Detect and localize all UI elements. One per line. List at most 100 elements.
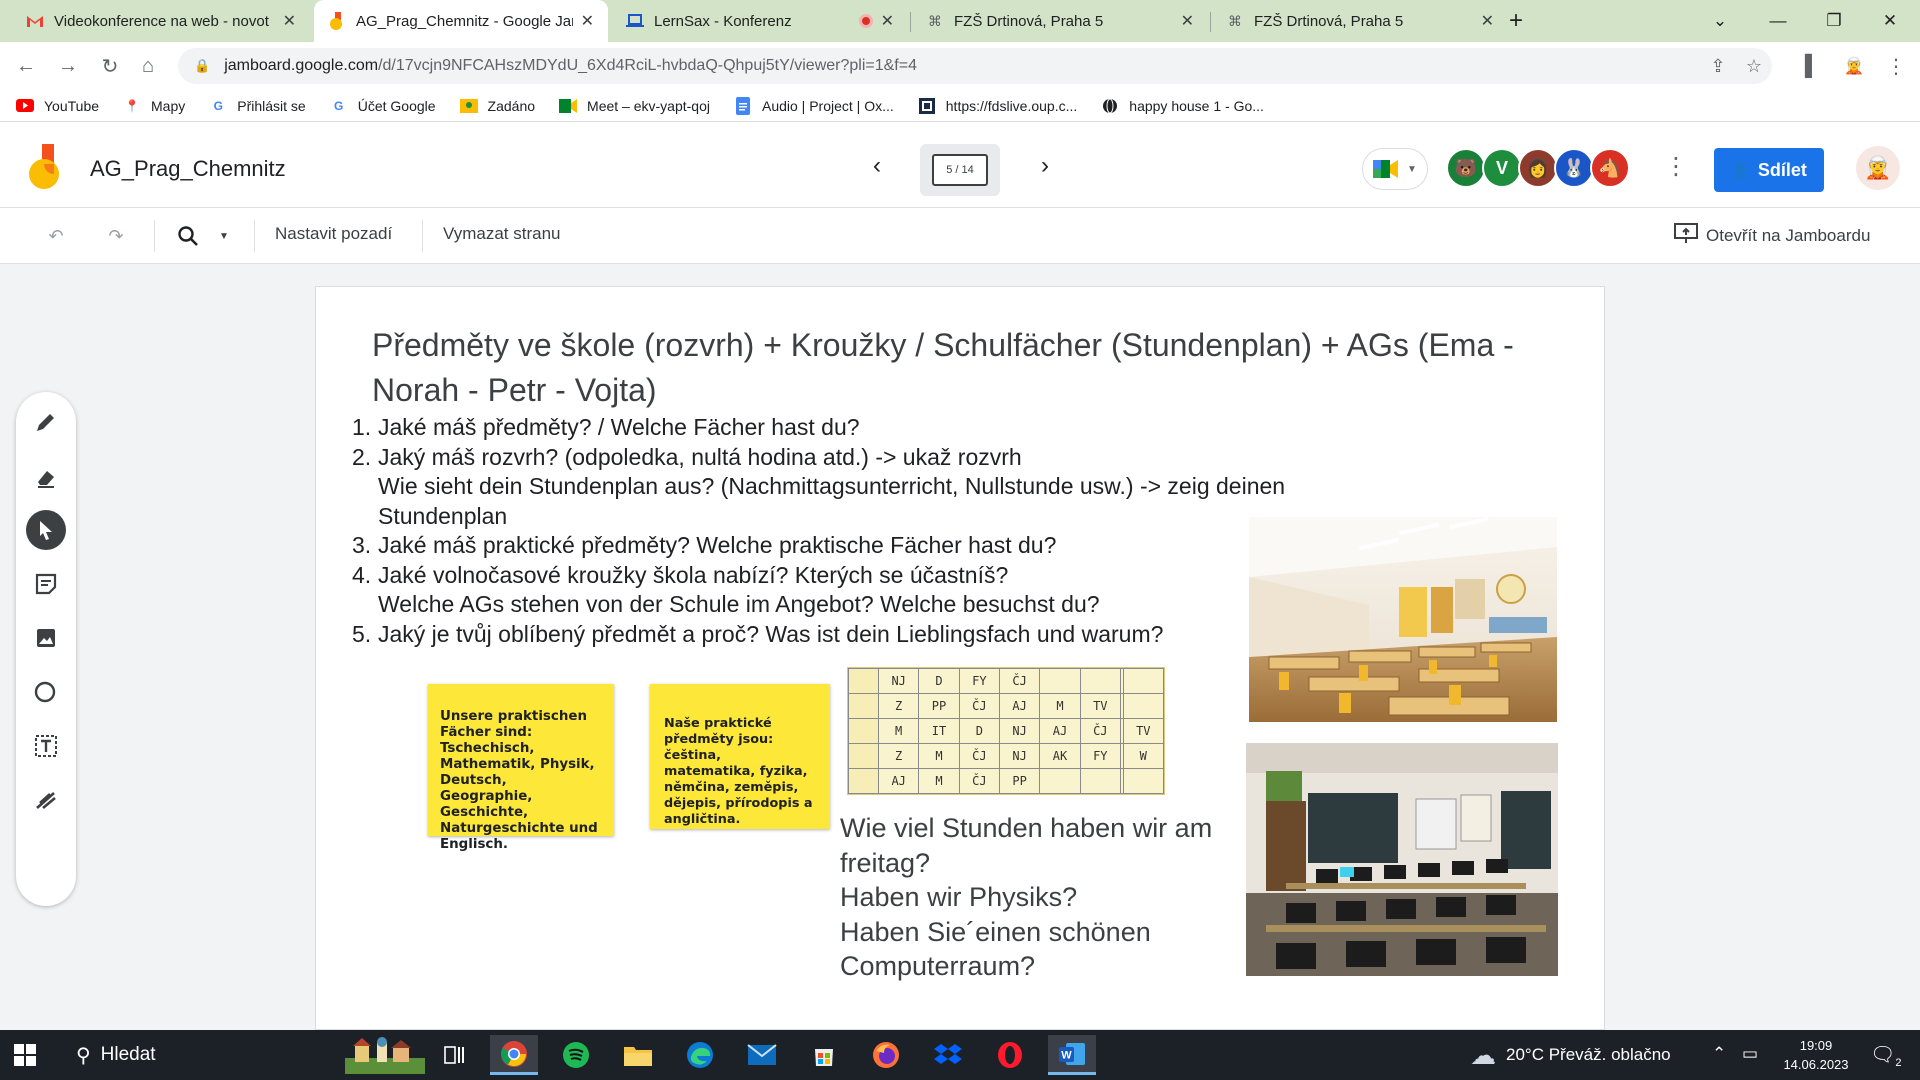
eraser-icon[interactable] [26, 458, 66, 498]
bookmark-audio-project[interactable]: Audio | Project | Ox... [734, 96, 894, 115]
edge-browser-icon[interactable] [676, 1035, 724, 1075]
person-add-icon: 👤 [1731, 162, 1750, 179]
share-page-icon[interactable]: ⇪ [1704, 54, 1732, 78]
tab-search-chevron-icon[interactable]: ⌄ [1692, 0, 1748, 42]
weather-widget[interactable]: ☁ 20°C Převáž. oblačno [1470, 1030, 1671, 1080]
bookmark-fdslive[interactable]: https://fdslive.oup.c... [918, 97, 1077, 114]
timetable-photo[interactable]: NJ D FY ČJ Z PP ČJ AJ M TV M IT D NJ AJ ČJ TV Z M ČJ NJ AK… [847, 667, 1165, 795]
notification-icon[interactable]: 🗨2 [1870, 1042, 1902, 1069]
address-bar[interactable]: 🔒 jamboard.google.com/d/17vcjn9NFCAHszMD… [178, 48, 1772, 84]
question-text-box[interactable]: Wie viel Stunden haben wir am freitag? H… [840, 811, 1260, 984]
set-background-button[interactable]: Nastavit pozadí [275, 224, 392, 244]
jamboard-logo-icon[interactable] [28, 144, 64, 192]
circle-shape-icon[interactable] [26, 672, 66, 712]
new-tab-button[interactable]: + [1500, 0, 1532, 42]
close-tab-icon[interactable]: ✕ [881, 11, 894, 31]
bookmark-google-account[interactable]: G Účet Google [330, 98, 436, 114]
close-tab-icon[interactable]: ✕ [1481, 11, 1494, 31]
tt-cell: M [918, 768, 960, 794]
open-in-jamboard-button[interactable]: Otevřít na Jamboardu [1674, 222, 1870, 249]
more-options-icon[interactable]: ⋮ [1664, 152, 1688, 181]
account-avatar-icon[interactable]: 🧝 [1856, 146, 1900, 190]
sticky-note-german[interactable]: Unsere praktischen Fächer sind: Tschechi… [428, 684, 614, 852]
reload-icon[interactable]: ↻ [94, 50, 126, 82]
meet-present-button[interactable]: ▼ [1362, 148, 1428, 190]
microsoft-store-icon[interactable] [800, 1035, 848, 1075]
bookmark-sign-in[interactable]: G Přihlásit se [209, 97, 306, 114]
home-icon[interactable]: ⌂ [132, 50, 164, 82]
restore-button[interactable]: ❐ [1806, 0, 1862, 42]
text-box-icon[interactable] [26, 726, 66, 766]
chrome-menu-icon[interactable]: ⋮ [1880, 50, 1912, 82]
browser-tab-active[interactable]: AG_Prag_Chemnitz - Google Jam ✕ [314, 0, 608, 42]
google-g-icon: G [213, 98, 223, 113]
bookmark-label: Přihlásit se [237, 97, 306, 114]
bookmark-youtube[interactable]: YouTube [16, 98, 99, 114]
bookmark-classroom[interactable]: Zadáno [459, 98, 535, 114]
prev-frame-chevron-icon[interactable]: ‹ [862, 152, 892, 180]
browser-tab[interactable]: Videokonference na web - novot ✕ [12, 0, 310, 42]
zoom-dropdown-icon[interactable]: ▼ [212, 220, 236, 252]
bookmark-maps[interactable]: 📍 Mapy [123, 98, 186, 114]
firefox-icon[interactable] [862, 1035, 910, 1075]
laser-icon[interactable] [26, 780, 66, 820]
side-panel-icon[interactable]: ▌ [1796, 50, 1828, 82]
pen-icon[interactable] [26, 402, 66, 442]
close-tab-icon[interactable]: ✕ [581, 11, 594, 31]
taskbar-clock[interactable]: 19:09 14.06.2023 [1776, 1036, 1856, 1074]
tt-cell: Z [877, 693, 920, 719]
select-pointer-icon[interactable] [26, 510, 66, 550]
collaborator-avatar[interactable]: V [1482, 148, 1522, 188]
lock-icon[interactable]: 🔒 [194, 58, 210, 74]
photo-avatar-icon[interactable]: 👩 [1518, 148, 1558, 188]
computer-room-photo[interactable] [1246, 743, 1558, 976]
image-icon[interactable] [26, 618, 66, 658]
tt-cell [848, 693, 879, 719]
bookmark-star-icon[interactable]: ☆ [1740, 54, 1768, 78]
classroom-photo[interactable] [1249, 517, 1557, 722]
rabbit-avatar-icon[interactable]: 🐰 [1554, 148, 1594, 188]
browser-tab[interactable]: ⌘ FZŠ Drtinová, Praha 5 ✕ [912, 0, 1208, 42]
taskbar-search[interactable]: ⚲ Hledat [62, 1030, 342, 1080]
frame-heading[interactable]: Předměty ve škole (rozvrh) + Kroužky / S… [372, 323, 1522, 413]
back-arrow-icon[interactable]: ← [10, 50, 42, 82]
bookmark-meet[interactable]: Meet – ekv-yapt-qoj [559, 98, 710, 114]
town-illustration-icon[interactable] [340, 1035, 430, 1075]
redo-icon[interactable]: ↷ [100, 220, 132, 252]
sticky-note-icon[interactable] [26, 564, 66, 604]
bear-avatar-icon[interactable]: 🐻 [1446, 148, 1486, 188]
profile-avatar-icon[interactable]: 🧝 [1838, 50, 1870, 82]
question-list[interactable]: 1. Jaké máš předměty? / Welche Fächer has… [352, 413, 1352, 649]
zoom-magnifier-icon[interactable] [172, 220, 204, 252]
next-frame-chevron-icon[interactable]: › [1030, 152, 1060, 180]
list-text: Jaký máš rozvrh? (odpoledka, nultá hodin… [378, 443, 1022, 470]
chrome-app-icon[interactable] [490, 1035, 538, 1075]
browser-tab[interactable]: LernSax - Konferenz ✕ [612, 0, 908, 42]
dropbox-icon[interactable] [924, 1035, 972, 1075]
undo-icon[interactable]: ↶ [40, 220, 72, 252]
network-icon[interactable]: ▭ [1742, 1044, 1758, 1064]
browser-tab[interactable]: ⌘ FZŠ Drtinová, Praha 5 ✕ [1212, 0, 1508, 42]
bookmark-happy-house[interactable]: happy house 1 - Go... [1101, 98, 1264, 114]
jam-title[interactable]: AG_Prag_Chemnitz [90, 156, 286, 182]
tray-chevron-up-icon[interactable]: ⌃ [1712, 1044, 1726, 1064]
mail-icon[interactable] [738, 1035, 786, 1075]
windows-start-icon[interactable] [14, 1044, 36, 1066]
frame-bar-toggle[interactable]: 5 / 14 [920, 144, 1000, 196]
list-number: 4. [352, 561, 372, 588]
close-tab-icon[interactable]: ✕ [1181, 11, 1194, 31]
minimize-button[interactable]: — [1750, 0, 1806, 42]
file-explorer-icon[interactable] [614, 1035, 662, 1075]
jam-frame[interactable]: Předměty ve škole (rozvrh) + Kroužky / S… [315, 286, 1605, 1030]
horse-avatar-icon[interactable]: 🐴 [1590, 148, 1630, 188]
close-tab-icon[interactable]: ✕ [283, 11, 296, 31]
spotify-icon[interactable] [552, 1035, 600, 1075]
word-icon[interactable]: W [1048, 1035, 1096, 1075]
share-button[interactable]: 👤 Sdílet [1714, 148, 1824, 192]
forward-arrow-icon[interactable]: → [52, 50, 84, 82]
close-window-button[interactable]: ✕ [1862, 0, 1918, 42]
task-view-icon[interactable] [430, 1035, 478, 1075]
sticky-note-czech[interactable]: Naše praktické předměty jsou: čeština, m… [650, 684, 830, 829]
clear-frame-button[interactable]: Vymazat stranu [443, 224, 560, 244]
opera-icon[interactable] [986, 1035, 1034, 1075]
